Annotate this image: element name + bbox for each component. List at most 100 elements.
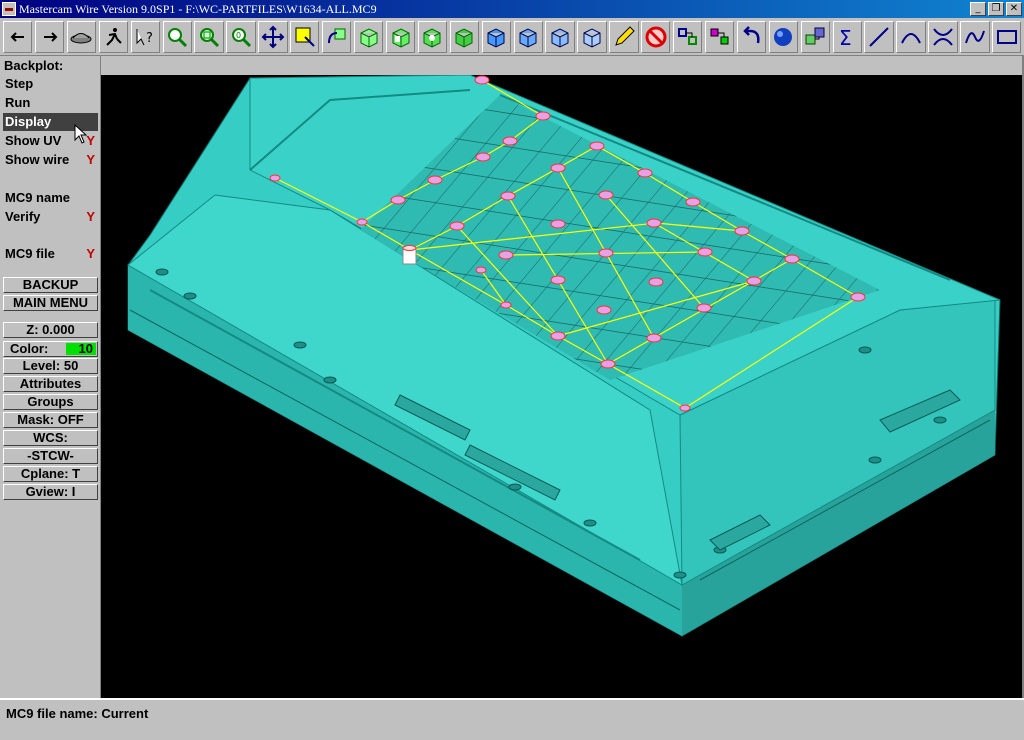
cube4-button[interactable] [577, 20, 607, 53]
menu-show-wire-label: Show wire [5, 152, 70, 167]
zoom-fit-button[interactable]: 0 [226, 20, 256, 53]
minimize-button[interactable]: _ [970, 2, 986, 16]
rotate-icon [327, 28, 346, 43]
gview-button[interactable]: Gview: I [3, 484, 98, 500]
arc-button[interactable] [896, 20, 926, 53]
copy-button[interactable] [800, 20, 830, 53]
color-button[interactable]: Color: 10 [3, 341, 98, 357]
undo-icon [742, 25, 760, 43]
cube2-button[interactable] [513, 20, 543, 53]
backplot-menu: Backplot: Step Run Display Show UV Y Show… [0, 56, 101, 698]
line-button[interactable] [864, 20, 894, 53]
cube3-icon [551, 27, 569, 48]
menu-run[interactable]: Run [3, 94, 98, 112]
mc9-file-flag: Y [86, 246, 95, 261]
wire-tool [402, 245, 417, 265]
cube2-icon [519, 27, 537, 48]
select-box-button[interactable] [290, 20, 320, 53]
backup-button[interactable]: BACKUP [3, 277, 98, 293]
restore-button[interactable]: ❐ [988, 2, 1004, 16]
transform2-button[interactable] [704, 20, 735, 53]
sphere-icon [774, 27, 793, 46]
view-side-button[interactable] [417, 20, 448, 53]
menu-step[interactable]: Step [3, 75, 98, 93]
no-entry-button[interactable] [641, 20, 671, 53]
app-icon[interactable] [2, 2, 16, 16]
attributes-button[interactable]: Attributes [3, 376, 98, 392]
graphics-viewport[interactable] [101, 75, 1022, 698]
view-top-button[interactable] [353, 20, 384, 53]
forward-arrow-icon [43, 31, 57, 42]
dome-button[interactable] [66, 20, 97, 53]
rotate-button[interactable] [322, 20, 352, 53]
arc-icon [901, 32, 921, 43]
view-iso-button[interactable] [449, 20, 479, 53]
trim-button[interactable] [928, 20, 958, 53]
sphere-button[interactable] [768, 20, 799, 53]
svg-text:Σ: Σ [839, 26, 852, 49]
sigma-button[interactable]: Σ [832, 20, 862, 53]
rectangle-button[interactable] [992, 20, 1022, 53]
zoom-fit-icon: 0 [232, 27, 252, 47]
spline-button[interactable] [960, 20, 990, 53]
menu-step-label: Step [5, 76, 34, 91]
level-button[interactable]: Level: 50 [3, 358, 98, 374]
menu-mc9-name-label: MC9 name [5, 190, 71, 205]
pencil-icon [615, 25, 635, 46]
view-front-icon [392, 27, 410, 48]
cube4-icon [583, 27, 601, 48]
menu-mc9-name[interactable]: MC9 name [3, 189, 98, 207]
view-front-button[interactable] [385, 20, 416, 53]
pencil-button[interactable] [609, 20, 639, 53]
zoom-icon [168, 27, 188, 47]
cube3-button[interactable] [545, 20, 575, 53]
undo-button[interactable] [736, 20, 767, 53]
menu-verify[interactable]: Verify Y [3, 208, 98, 226]
main-menu-button[interactable]: MAIN MENU [3, 295, 98, 311]
stcw-button[interactable]: -STCW- [3, 448, 98, 464]
zoom-window-button[interactable] [194, 20, 224, 53]
close-button[interactable]: ✕ [1006, 2, 1022, 16]
title-bar: Mastercam Wire Version 9.0SP1 - F:\WC-PA… [0, 0, 1024, 18]
part-model [127, 75, 1001, 637]
pan-button[interactable] [258, 20, 288, 53]
spline-icon [964, 30, 985, 43]
transform-button[interactable] [673, 20, 703, 53]
forward-arrow-button[interactable] [34, 20, 65, 53]
status-text: MC9 file name: Current [6, 706, 149, 721]
menu-mc9-file-label: MC9 file [5, 246, 55, 261]
cube-icon [487, 27, 505, 48]
runner-icon [106, 27, 123, 46]
menu-mc9-file[interactable]: MC9 file Y [3, 245, 98, 263]
view-iso-icon [455, 27, 473, 48]
transform-icon [677, 27, 697, 45]
cube-button[interactable] [481, 20, 511, 53]
color-swatch: 10 [66, 342, 96, 355]
runner-button[interactable] [98, 20, 129, 53]
mouse-cursor-icon [74, 124, 88, 144]
svg-text:?: ? [146, 31, 153, 46]
color-label: Color: [10, 341, 49, 356]
verify-flag: Y [86, 209, 95, 224]
z-depth-button[interactable]: Z: 0.000 [3, 322, 98, 338]
no-entry-icon [645, 26, 667, 47]
copy-icon [805, 27, 825, 44]
rectangle-icon [996, 29, 1017, 44]
zoom-window-icon [200, 27, 220, 47]
back-arrow-button[interactable] [3, 20, 33, 53]
select-box-icon [295, 27, 315, 47]
show-wire-flag: Y [86, 152, 95, 167]
wcs-button[interactable]: WCS: [3, 430, 98, 446]
cplane-button[interactable]: Cplane: T [3, 466, 98, 482]
menu-display-label: Display [5, 114, 52, 129]
arrow-question-button[interactable]: ? [130, 20, 160, 53]
menu-title: Backplot: [4, 58, 64, 73]
mask-button[interactable]: Mask: OFF [3, 412, 98, 428]
groups-button[interactable]: Groups [3, 394, 98, 410]
transform2-icon [710, 28, 729, 44]
menu-show-wire[interactable]: Show wire Y [3, 151, 98, 169]
toolbar: ? 0 Σ [0, 18, 1024, 56]
window-title: Mastercam Wire Version 9.0SP1 - F:\WC-PA… [19, 1, 377, 16]
zoom-button[interactable] [162, 20, 192, 53]
menu-run-label: Run [5, 95, 31, 110]
